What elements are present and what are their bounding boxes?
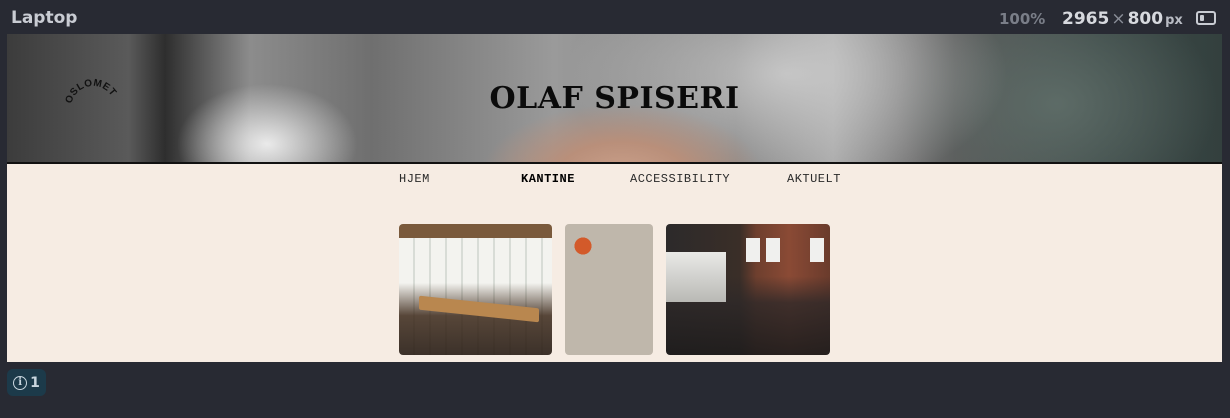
- issue-count: 1: [30, 374, 40, 391]
- food-trays-photo[interactable]: [565, 224, 653, 355]
- hero-banner: OSLOMET OLAF SPISERI: [7, 34, 1222, 164]
- viewport-width[interactable]: 2965: [1062, 9, 1109, 29]
- info-icon: i: [13, 375, 28, 390]
- viewport-dimensions[interactable]: 2965 × 800 px: [1062, 9, 1183, 29]
- dining-hall-photo[interactable]: [666, 224, 830, 355]
- nav-link-accessibility[interactable]: ACCESSIBILITY: [630, 172, 730, 186]
- viewport-height[interactable]: 800: [1128, 9, 1164, 29]
- nav-link-kantine[interactable]: KANTINE: [521, 172, 575, 186]
- main-nav: HJEM KANTINE ACCESSIBILITY AKTUELT: [7, 172, 1222, 192]
- unit-label: px: [1165, 13, 1183, 28]
- device-name[interactable]: Laptop: [11, 8, 77, 28]
- nav-link-aktuelt[interactable]: AKTUELT: [787, 172, 841, 186]
- canteen-interior-photo[interactable]: [399, 224, 552, 355]
- site-title: OLAF SPISERI: [489, 81, 740, 116]
- nav-link-hjem[interactable]: HJEM: [399, 172, 430, 186]
- page-viewport: OSLOMET OLAF SPISERI HJEM KANTINE ACCESS…: [7, 34, 1222, 362]
- issues-badge[interactable]: i 1: [7, 369, 46, 396]
- zoom-level[interactable]: 100%: [999, 10, 1045, 28]
- rotate-device-icon[interactable]: [1196, 11, 1216, 25]
- device-toolbar: Laptop 100% 2965 × 800 px: [0, 0, 1230, 34]
- times-sign: ×: [1111, 9, 1126, 29]
